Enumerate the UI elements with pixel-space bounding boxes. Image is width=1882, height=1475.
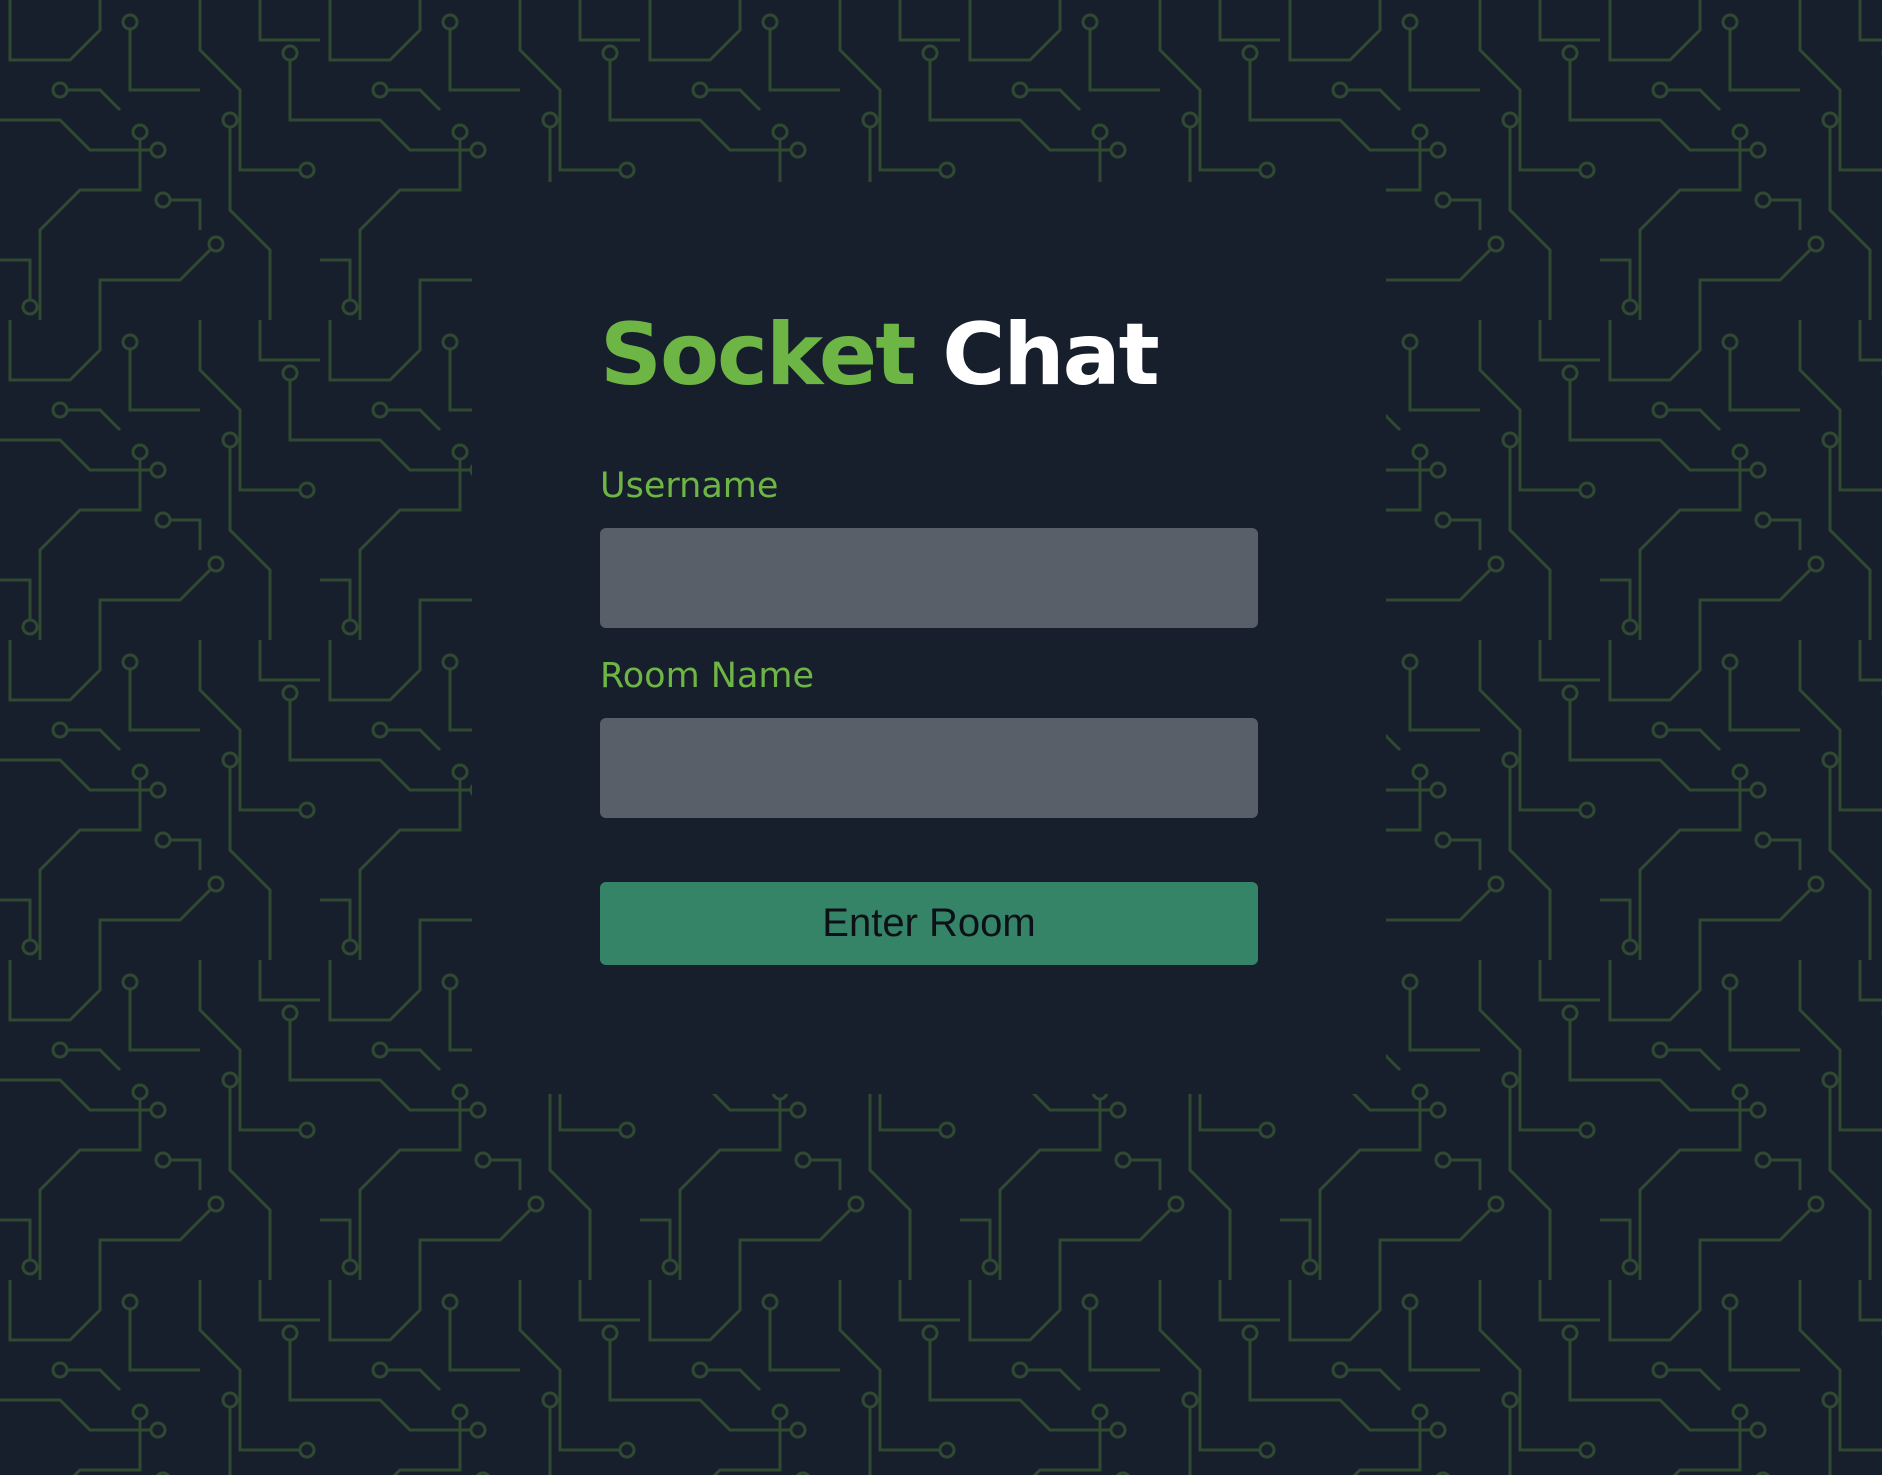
app-title-main: Chat [942, 305, 1159, 405]
app-title-accent: Socket [600, 305, 916, 405]
room-name-input[interactable] [600, 718, 1258, 818]
room-name-label: Room Name [600, 656, 815, 696]
app-title: Socket Chat [600, 300, 1160, 410]
username-input[interactable] [600, 528, 1258, 628]
enter-room-button[interactable]: Enter Room [600, 882, 1258, 965]
username-label: Username [600, 466, 779, 506]
login-card: Socket Chat Username Room Name Enter Roo… [472, 182, 1386, 1094]
